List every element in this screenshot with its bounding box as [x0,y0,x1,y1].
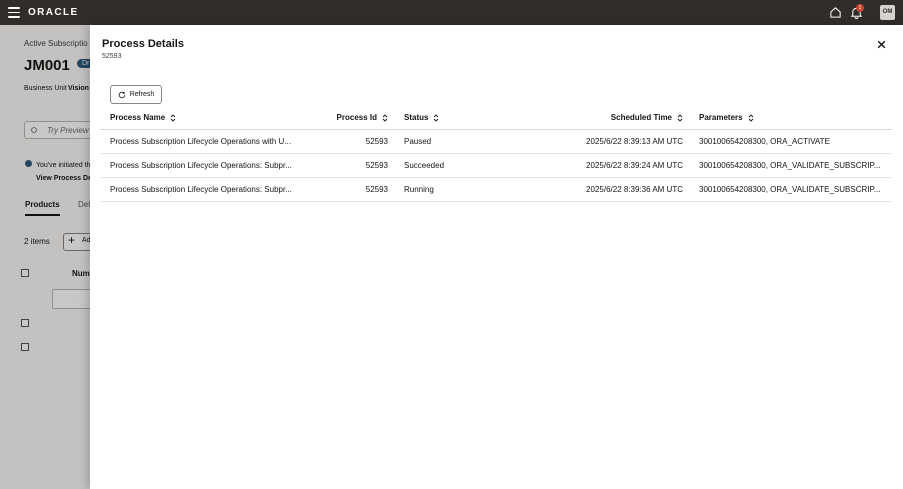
table-row[interactable]: Process Subscription Lifecycle Operation… [100,178,892,202]
table-row[interactable]: Process Subscription Lifecycle Operation… [100,130,892,154]
refresh-button-label: Refresh [129,91,155,98]
process-name-cell: Process Subscription Lifecycle Operation… [110,137,291,146]
process-table: Process Name Process Id Status Scheduled… [100,106,892,202]
sort-icon[interactable] [382,114,388,122]
status-cell: Paused [404,137,432,146]
scheduled-time-cell: 2025/6/22 8:39:36 AM UTC [586,185,683,194]
user-avatar[interactable]: OM [880,5,895,20]
process-name-cell: Process Subscription Lifecycle Operation… [110,161,292,170]
process-id-cell: 52593 [365,161,388,170]
column-header-process-id[interactable]: Process Id [322,106,388,130]
parameters-cell: 300100654208300, ORA_ACTIVATE [699,137,830,146]
process-id-cell: 52593 [365,137,388,146]
column-header-parameters[interactable]: Parameters [699,106,883,130]
sort-icon[interactable] [170,114,176,122]
status-cell: Succeeded [404,161,445,170]
menu-icon[interactable] [8,7,20,18]
status-cell: Running [404,185,434,194]
column-header-status[interactable]: Status [404,106,504,130]
refresh-button[interactable]: Refresh [110,85,162,104]
column-header-process-name[interactable]: Process Name [110,106,300,130]
close-icon[interactable] [876,39,887,50]
process-id-cell: 52593 [365,185,388,194]
home-icon[interactable] [829,6,842,19]
drawer-subtitle: 52593 [102,53,122,60]
sort-icon[interactable] [677,114,683,122]
global-header: ORACLE 1 OM [0,0,903,25]
column-header-scheduled-time[interactable]: Scheduled Time [550,106,683,130]
refresh-icon [118,91,125,98]
drawer-title: Process Details [102,38,184,50]
sort-icon[interactable] [433,114,439,122]
scheduled-time-cell: 2025/6/22 8:39:24 AM UTC [586,161,683,170]
parameters-cell: 300100654208300, ORA_VALIDATE_SUBSCRIP..… [699,161,881,170]
sort-icon[interactable] [748,114,754,122]
process-name-cell: Process Subscription Lifecycle Operation… [110,185,292,194]
parameters-cell: 300100654208300, ORA_VALIDATE_SUBSCRIP..… [699,185,881,194]
oracle-logo: ORACLE [28,7,79,18]
notification-count-badge: 1 [856,4,864,12]
table-row[interactable]: Process Subscription Lifecycle Operation… [100,154,892,178]
table-header: Process Name Process Id Status Scheduled… [100,106,892,130]
process-details-drawer: Process Details 52593 Refresh Process Na… [90,25,903,489]
scheduled-time-cell: 2025/6/22 8:39:13 AM UTC [586,137,683,146]
